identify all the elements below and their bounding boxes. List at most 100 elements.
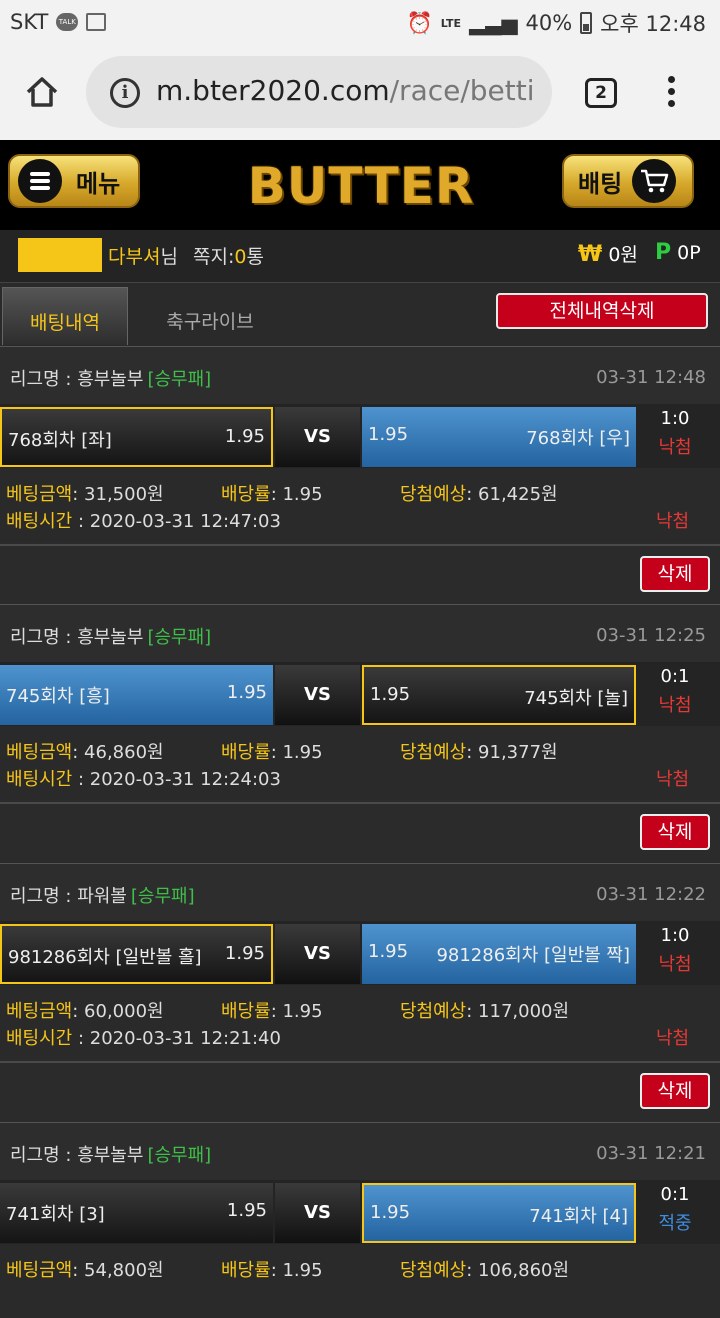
delete-all-button[interactable]: 전체내역삭제 xyxy=(496,293,708,329)
vs-label: VS xyxy=(275,665,360,725)
betting-cart-button[interactable]: 배팅 xyxy=(562,154,694,208)
home-round: 745회차 [흥] xyxy=(6,686,110,707)
away-pick[interactable]: 1.95 745회차 [놀] xyxy=(362,665,636,725)
away-odds: 1.95 xyxy=(368,424,409,445)
bet-rate: 배당률: 1.95 xyxy=(221,1001,323,1022)
away-odds: 1.95 xyxy=(368,941,409,962)
result-badge: 낙첨 xyxy=(658,437,692,458)
bet-amount: 베팅금액: 46,860원 xyxy=(6,742,164,763)
away-pick[interactable]: 1.95 981286회차 [일반볼 짝] xyxy=(362,924,636,984)
carrier-label: SKT xyxy=(10,10,49,34)
bet-info: 베팅금액: 54,800원 배당률: 1.95 당첨예상: 106,860원 xyxy=(0,1244,720,1318)
kakaotalk-icon: TALK xyxy=(56,13,79,31)
match-row: 981286회차 [일반볼 홀] 1.95 VS 1.95 981286회차 [… xyxy=(0,921,720,985)
tab-switcher-button[interactable]: 2 xyxy=(585,78,617,108)
bet-actions: 삭제 xyxy=(0,1061,720,1117)
bet-timestamp: 03-31 12:21 xyxy=(596,1143,706,1164)
tab-soccer-live[interactable]: 축구라이브 xyxy=(130,287,290,345)
hamburger-icon xyxy=(18,159,62,203)
bet-rate: 배당률: 1.95 xyxy=(221,484,323,505)
final-result: 낙첨 xyxy=(656,511,690,532)
expected-win: 당첨예상: 91,377원 xyxy=(400,742,558,763)
signal-icon: ▂▃▅ xyxy=(469,11,518,35)
bet-actions: 삭제 xyxy=(0,544,720,600)
delete-button[interactable]: 삭제 xyxy=(640,556,710,592)
match-row: 768회차 [좌] 1.95 VS 1.95 768회차 [우] 1:0 낙첨 xyxy=(0,404,720,468)
score-value: 1:0 xyxy=(660,408,690,429)
tab-betting-history[interactable]: 배팅내역 xyxy=(2,287,128,345)
league-name: 리그명 : 흥부놀부 [승무패] xyxy=(10,627,212,648)
bet-timestamp: 03-31 12:22 xyxy=(596,884,706,905)
home-odds: 1.95 xyxy=(226,1200,267,1221)
clock: 오후 12:48 xyxy=(600,12,706,36)
menu-label: 메뉴 xyxy=(76,169,121,198)
memo-link[interactable]: 쪽지:0통 xyxy=(193,242,264,269)
bet-amount: 베팅금액: 54,800원 xyxy=(6,1260,164,1281)
more-menu-icon[interactable] xyxy=(664,76,678,110)
match-row: 741회차 [3] 1.95 VS 1.95 741회차 [4] 0:1 적중 xyxy=(0,1180,720,1244)
tab-bar: 배팅내역 축구라이브 전체내역삭제 xyxy=(0,282,720,346)
away-round: 768회차 [우] xyxy=(526,428,630,449)
bet-timestamp: 03-31 12:25 xyxy=(596,625,706,646)
score: 0:1 낙첨 xyxy=(640,666,710,717)
bet-info: 베팅금액: 31,500원 배당률: 1.95 당첨예상: 61,425원 배팅… xyxy=(0,468,720,542)
delete-button[interactable]: 삭제 xyxy=(640,1073,710,1109)
home-pick[interactable]: 745회차 [흥] 1.95 xyxy=(0,665,273,725)
address-bar[interactable]: i m.bter2020.com/race/betti xyxy=(86,56,552,128)
point-balance: P 0P xyxy=(655,240,701,265)
away-round: 981286회차 [일반볼 짝] xyxy=(436,945,630,966)
screenshot-icon xyxy=(86,13,107,31)
delete-button[interactable]: 삭제 xyxy=(640,814,710,850)
result-badge: 적중 xyxy=(658,1213,692,1234)
expected-win: 당첨예상: 106,860원 xyxy=(400,1260,570,1281)
away-pick[interactable]: 1.95 768회차 [우] xyxy=(362,407,636,467)
home-pick[interactable]: 768회차 [좌] 1.95 xyxy=(0,407,273,467)
site-logo[interactable]: BUTTER xyxy=(236,161,486,211)
menu-button[interactable]: 메뉴 xyxy=(8,154,140,208)
bet-type: [승무패] xyxy=(147,627,212,648)
away-round: 741회차 [4] xyxy=(529,1206,628,1227)
bet-type: [승무패] xyxy=(130,886,195,907)
score-value: 0:1 xyxy=(660,666,690,687)
score: 0:1 적중 xyxy=(640,1184,710,1235)
vs-label: VS xyxy=(275,924,360,984)
final-result: 낙첨 xyxy=(656,769,690,790)
bet-time: 배팅시간 : 2020-03-31 12:21:40 xyxy=(6,1028,281,1049)
league-name: 리그명 : 흥부놀부 [승무패] xyxy=(10,1145,212,1166)
alarm-icon: ⏰ xyxy=(406,10,433,35)
result-badge: 낙첨 xyxy=(658,695,692,716)
expected-win: 당첨예상: 117,000원 xyxy=(400,1001,570,1022)
score: 1:0 낙첨 xyxy=(640,925,710,976)
home-odds: 1.95 xyxy=(226,682,267,703)
home-odds: 1.95 xyxy=(224,426,265,447)
bet-amount: 베팅금액: 60,000원 xyxy=(6,1001,164,1022)
home-pick[interactable]: 981286회차 [일반볼 홀] 1.95 xyxy=(0,924,273,984)
battery-icon xyxy=(580,12,593,34)
bet-actions: 삭제 xyxy=(0,802,720,858)
final-result: 낙첨 xyxy=(656,1028,690,1049)
bet-type: [승무패] xyxy=(147,369,212,390)
bet-timestamp: 03-31 12:48 xyxy=(596,367,706,388)
info-icon[interactable]: i xyxy=(110,78,140,108)
bet-type: [승무패] xyxy=(147,1145,212,1166)
home-round: 981286회차 [일반볼 홀] xyxy=(8,947,202,968)
money-balance: ₩ 0원 xyxy=(578,242,638,267)
home-round: 768회차 [좌] xyxy=(8,430,112,451)
bet-time: 배팅시간 : 2020-03-31 12:47:03 xyxy=(6,511,281,532)
battery-percent: 40% xyxy=(525,11,573,35)
vs-label: VS xyxy=(275,1183,360,1243)
network-type: LTE xyxy=(440,16,462,30)
league-name: 리그명 : 파워볼 [승무패] xyxy=(10,886,195,907)
url-text[interactable]: m.bter2020.com/race/betti xyxy=(156,74,535,107)
home-pick[interactable]: 741회차 [3] 1.95 xyxy=(0,1183,273,1243)
user-info-bar: 다부셔님 쪽지:0통 ₩ 0원 P 0P xyxy=(0,230,720,282)
bet-rate: 배당률: 1.95 xyxy=(221,1260,323,1281)
home-icon[interactable] xyxy=(24,74,60,110)
league-name: 리그명 : 흥부놀부 [승무패] xyxy=(10,369,212,390)
away-pick[interactable]: 1.95 741회차 [4] xyxy=(362,1183,636,1243)
bet-rate: 배당률: 1.95 xyxy=(221,742,323,763)
score-value: 1:0 xyxy=(660,925,690,946)
bet-header: 리그명 : 흥부놀부 [승무패] 03-31 12:48 xyxy=(0,346,720,404)
expected-win: 당첨예상: 61,425원 xyxy=(400,484,558,505)
bet-info: 베팅금액: 60,000원 배당률: 1.95 당첨예상: 117,000원 배… xyxy=(0,985,720,1059)
